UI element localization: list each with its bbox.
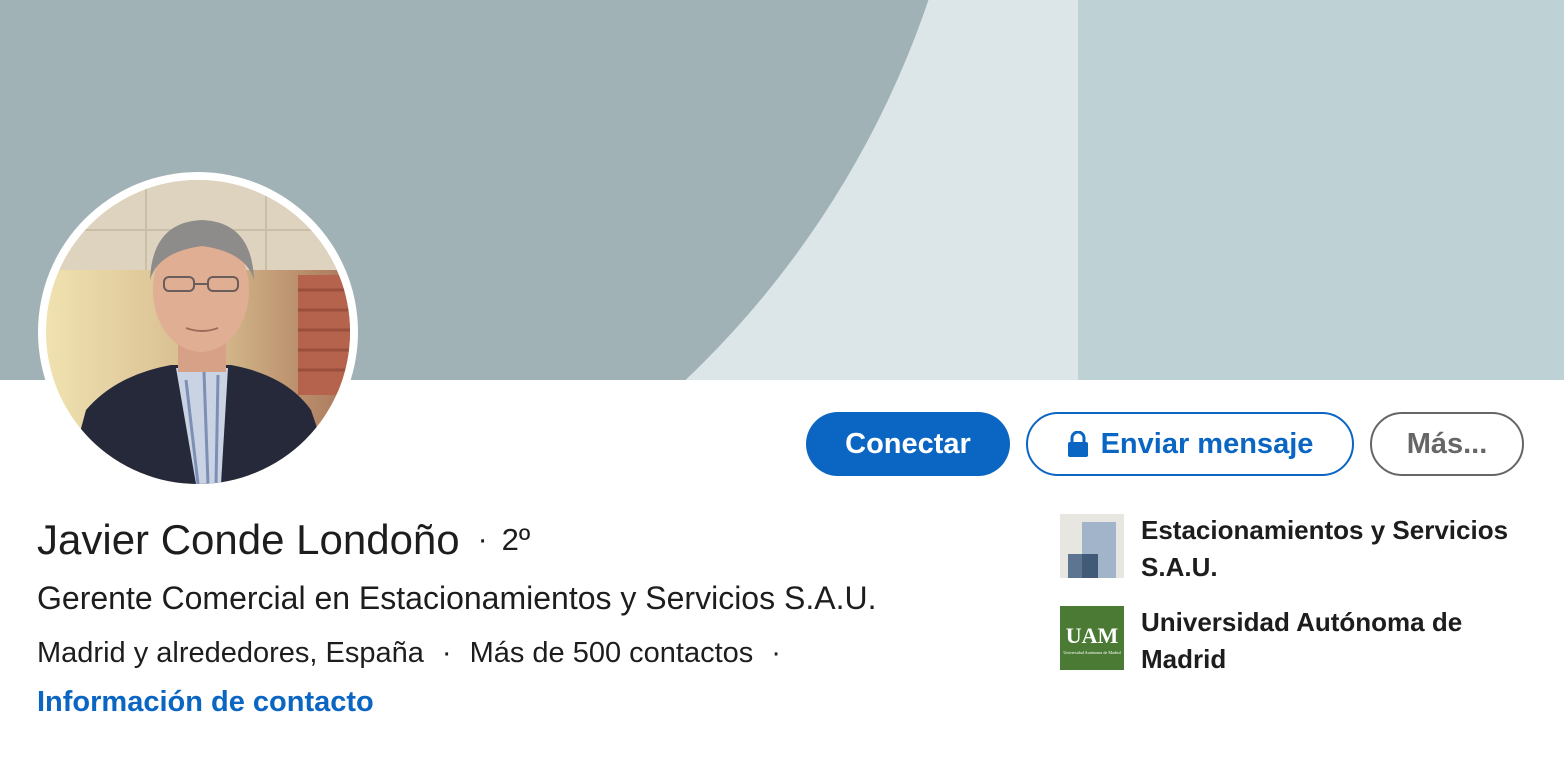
- profile-headline: Gerente Comercial en Estacionamientos y …: [37, 580, 877, 616]
- connect-button-label: Conectar: [845, 427, 971, 460]
- uam-logo-text: UAM: [1066, 623, 1119, 648]
- contacts-count[interactable]: Más de 500 contactos: [470, 637, 754, 670]
- name-row: Javier Conde Londoño · 2º: [37, 512, 530, 568]
- connection-degree: 2º: [501, 522, 531, 557]
- connect-button[interactable]: Conectar: [806, 412, 1010, 476]
- current-company[interactable]: Estacionamientos y Servicios S.A.U.: [1060, 512, 1521, 586]
- avatar[interactable]: [38, 172, 358, 492]
- lock-icon: [1067, 430, 1089, 457]
- more-button-label: Más...: [1406, 427, 1488, 460]
- profile-card: Conectar Enviar mensaje Más... Javier Co…: [0, 0, 1564, 772]
- banner-right-panel: [1078, 0, 1564, 380]
- company-name: Estacionamientos y Servicios S.A.U.: [1141, 515, 1509, 582]
- profile-name: Javier Conde Londoño: [37, 516, 460, 563]
- education-school[interactable]: UAM Universidad Autónoma de Madrid Unive…: [1060, 604, 1521, 678]
- contact-info-link[interactable]: Información de contacto: [37, 686, 374, 719]
- send-message-button[interactable]: Enviar mensaje: [1026, 412, 1354, 476]
- more-button[interactable]: Más...: [1370, 412, 1524, 476]
- location-row: Madrid y alrededores, España · Más de 50…: [37, 637, 799, 670]
- avatar-photo: [46, 180, 350, 484]
- location-separator: ·: [441, 637, 452, 669]
- company-logo-icon: [1060, 514, 1124, 578]
- uam-logo-subtext: Universidad Autónoma de Madrid: [1063, 650, 1121, 655]
- school-name: Universidad Autónoma de Madrid: [1141, 607, 1463, 674]
- uam-logo-icon: UAM Universidad Autónoma de Madrid: [1060, 606, 1124, 670]
- profile-location: Madrid y alrededores, España: [37, 637, 424, 669]
- send-message-button-label: Enviar mensaje: [1100, 427, 1314, 460]
- name-separator: ·: [477, 523, 488, 556]
- contacts-separator: ·: [771, 637, 781, 669]
